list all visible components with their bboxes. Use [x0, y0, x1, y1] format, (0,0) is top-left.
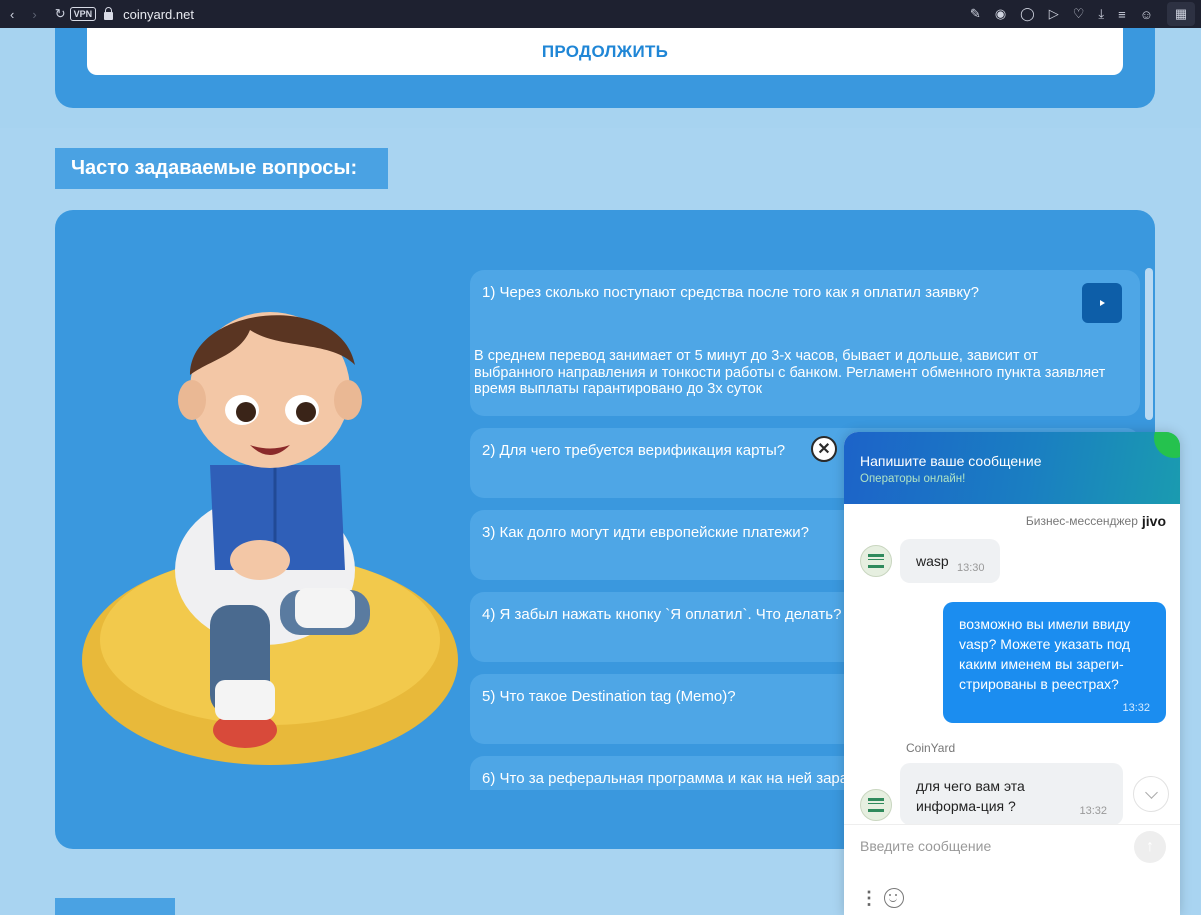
download-icon[interactable]: ⤓: [1098, 6, 1104, 22]
faq-question[interactable]: 2) Для чего требуется верификация карты?: [482, 442, 785, 459]
scroll-down-icon[interactable]: [1133, 776, 1169, 812]
faq-answer: В среднем перевод занимает от 5 минут до…: [474, 348, 1106, 397]
caret-right-icon[interactable]: [1082, 283, 1122, 323]
online-indicator: [1154, 432, 1180, 458]
faq-question[interactable]: 3) Как долго могут идти европейские плат…: [482, 524, 809, 541]
faq-scrollbar[interactable]: [1145, 268, 1153, 420]
message-text: wasp: [916, 553, 949, 569]
send-arrow-icon[interactable]: ↑: [1134, 831, 1166, 863]
chat-message-input[interactable]: [860, 838, 1110, 854]
chat-status: Операторы онлайн!: [860, 473, 966, 485]
emoji-icon[interactable]: [884, 888, 904, 908]
operator-avatar: [860, 545, 892, 577]
edit-icon[interactable]: ✎: [970, 6, 981, 22]
lock-icon: [104, 6, 114, 20]
message-outgoing: возможно вы имели ввиду vasp? Можете ука…: [943, 602, 1166, 723]
chat-branding[interactable]: Бизнес-мессенджер jivo: [1026, 513, 1166, 529]
vpn-badge[interactable]: VPN: [69, 7, 97, 21]
faq-question[interactable]: 1) Через сколько поступают средства посл…: [482, 284, 979, 301]
message-sender: CoinYard: [906, 741, 956, 755]
reload-icon[interactable]: ↻: [55, 6, 66, 22]
message-incoming: для чего вам эта информа-ция ? 13:32: [900, 763, 1123, 825]
shield-icon[interactable]: ◯: [1020, 6, 1035, 22]
extension-icon[interactable]: ▦: [1167, 2, 1195, 26]
message-time: 13:30: [957, 562, 985, 574]
chat-title: Напишите ваше сообщение: [860, 453, 1042, 469]
message-time: 13:32: [1079, 805, 1107, 817]
order-panel: ПРОДОЛЖИТЬ: [55, 28, 1155, 108]
chat-header[interactable]: Напишите ваше сообщение Операторы онлайн…: [844, 432, 1180, 504]
operator-avatar: [860, 789, 892, 821]
chat-tools: ⋮: [860, 888, 904, 908]
menu-icon[interactable]: ≡: [1118, 7, 1126, 22]
next-section-heading: [55, 898, 175, 915]
address-bar[interactable]: coinyard.net: [123, 7, 194, 22]
more-options-icon[interactable]: ⋮: [860, 889, 878, 907]
heart-icon[interactable]: ♡: [1073, 6, 1085, 22]
kid-reading-illustration: [82, 312, 458, 765]
faq-heading: Часто задаваемые вопросы:: [55, 148, 388, 189]
message-time: 13:32: [1122, 702, 1150, 714]
faq-question[interactable]: 6) Что за реферальная программа и как на…: [482, 770, 902, 787]
close-icon[interactable]: ✕: [811, 436, 837, 462]
jivo-logo: jivo: [1141, 513, 1166, 529]
message-text: возможно вы имели ввиду vasp? Можете ука…: [959, 616, 1131, 692]
message-text: для чего вам эта информа-ция ?: [916, 778, 1025, 814]
chat-widget: Напишите ваше сообщение Операторы онлайн…: [844, 432, 1180, 915]
camera-icon[interactable]: ◉: [995, 6, 1006, 22]
faq-question[interactable]: 5) Что такое Destination tag (Memo)?: [482, 688, 736, 705]
brand-prefix: Бизнес-мессенджер: [1025, 514, 1138, 528]
message-incoming: wasp 13:30: [900, 539, 1000, 583]
forward-icon[interactable]: ›: [32, 7, 36, 22]
browser-toolbar: ‹ › ↻ VPN coinyard.net ✎ ◉ ◯ ▷ ♡ ⤓ ≡ ☺ ▦: [0, 0, 1201, 28]
chat-input-row: ↑: [844, 824, 1180, 870]
send-icon[interactable]: ▷: [1049, 6, 1059, 22]
faq-item-1[interactable]: 1) Через сколько поступают средства посл…: [470, 270, 1140, 416]
faq-question[interactable]: 4) Я забыл нажать кнопку `Я оплатил`. Чт…: [482, 606, 841, 623]
continue-button[interactable]: ПРОДОЛЖИТЬ: [87, 28, 1123, 75]
back-icon[interactable]: ‹: [10, 7, 14, 22]
profile-icon[interactable]: ☺: [1140, 7, 1153, 22]
